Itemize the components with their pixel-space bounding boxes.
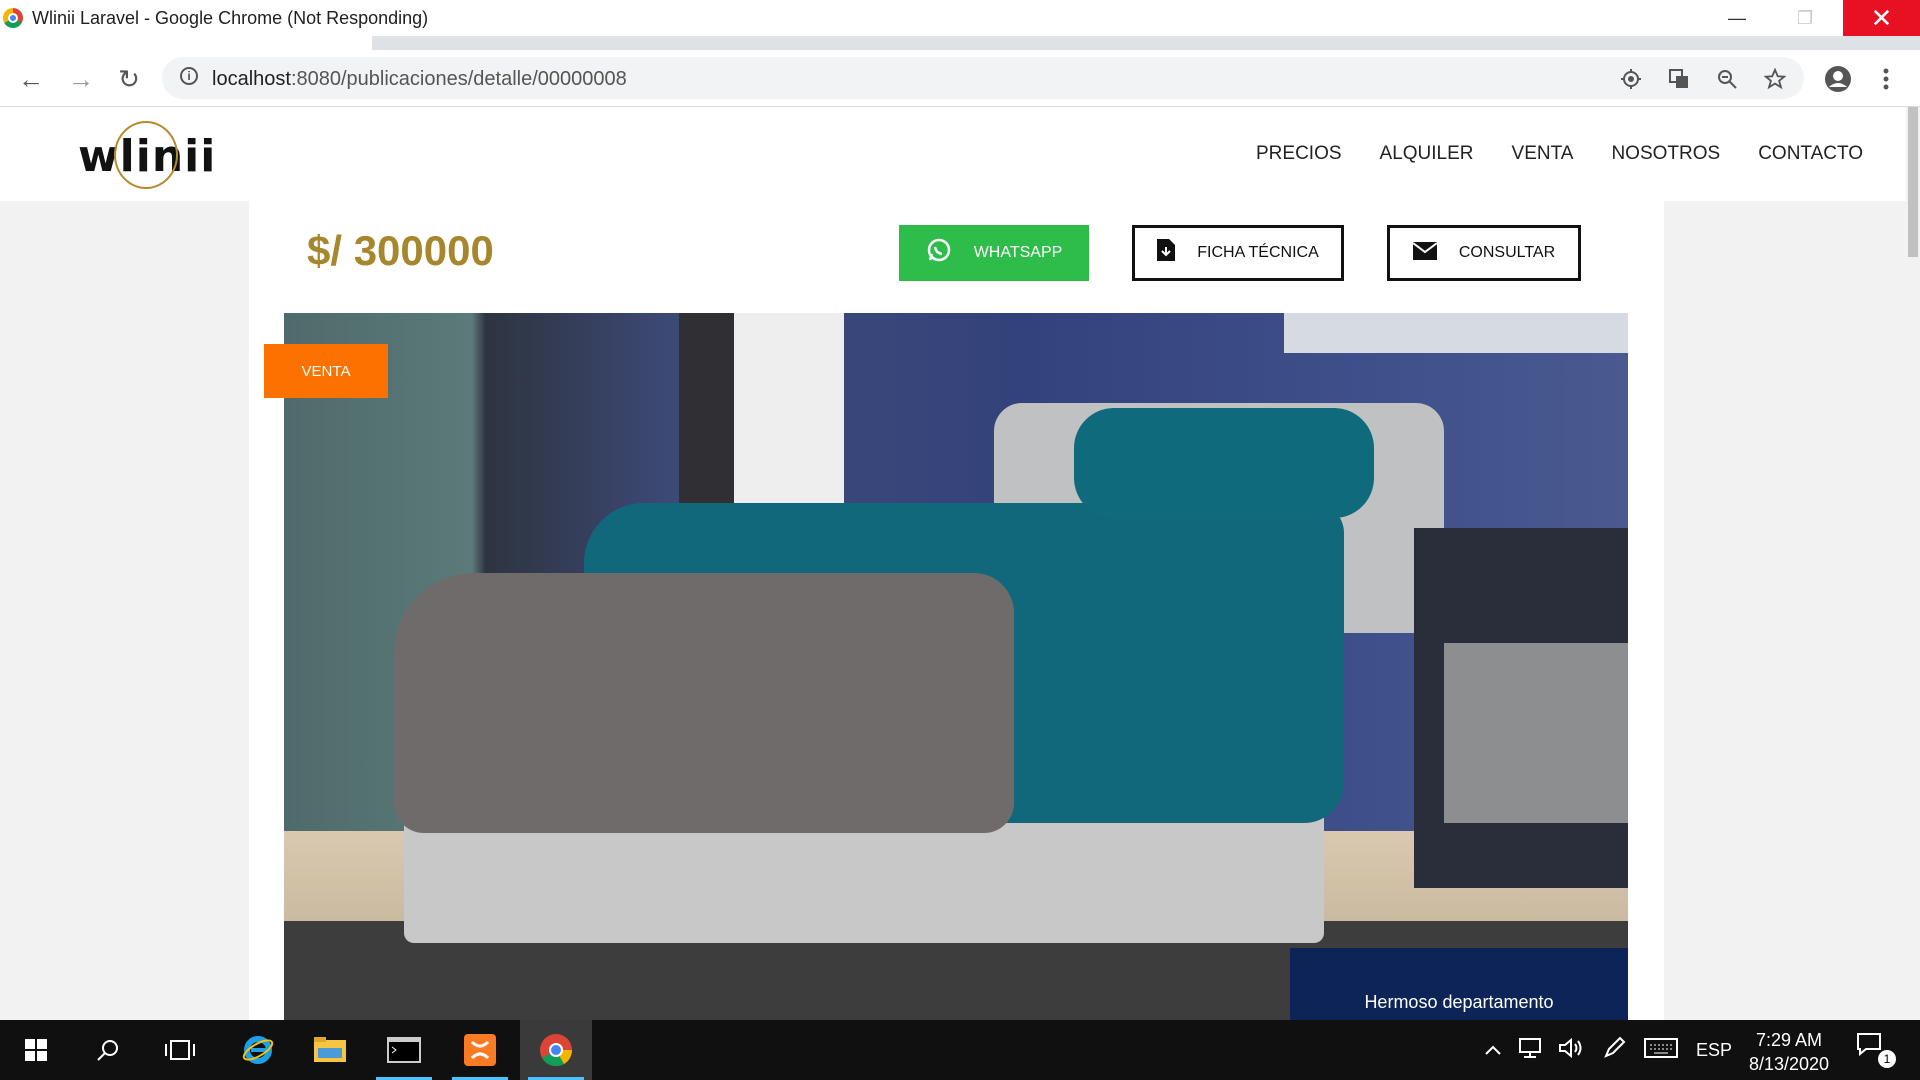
minimize-button[interactable]: — <box>1708 0 1766 36</box>
photo-throw-blanket <box>394 573 1014 833</box>
terminal-icon <box>387 1037 421 1063</box>
taskbar-terminal[interactable] <box>368 1020 440 1080</box>
show-hidden-icons-icon[interactable] <box>1484 1040 1502 1061</box>
action-center-button[interactable]: 1 <box>1856 1032 1896 1068</box>
site-header: wlinii PRECIOS ALQUILER VENTA NOSOTROS C… <box>0 107 1920 201</box>
photo-pillow <box>1074 408 1374 518</box>
menu-icon[interactable] <box>1870 63 1902 95</box>
address-bar[interactable]: i localhost:8080/publicaciones/detalle/0… <box>162 57 1804 99</box>
back-button[interactable]: ← <box>16 64 46 94</box>
maximize-button[interactable]: ❐ <box>1776 0 1834 36</box>
taskbar-chrome[interactable] <box>520 1020 592 1080</box>
web-page: wlinii PRECIOS ALQUILER VENTA NOSOTROS C… <box>0 107 1920 1020</box>
search-icon <box>97 1040 118 1061</box>
chrome-logo-icon <box>3 8 23 28</box>
profile-icon[interactable] <box>1822 63 1854 95</box>
chrome-icon <box>540 1034 573 1067</box>
ficha-tecnica-button[interactable]: FICHA TÉCNICA <box>1132 225 1344 281</box>
consultar-button[interactable]: CONSULTAR <box>1387 225 1581 281</box>
consultar-label: CONSULTAR <box>1458 244 1556 261</box>
listing-price: $/ 300000 <box>307 227 494 274</box>
listing-caption: Hermoso departamento <box>1290 948 1628 1028</box>
clock[interactable]: 7:29 AM 8/13/2020 <box>1734 1028 1844 1076</box>
window-title-bar: Wlinii Laravel - Google Chrome (Not Resp… <box>0 0 1920 36</box>
input-language[interactable]: ESP <box>1696 1040 1732 1061</box>
close-button[interactable]: ✕ <box>1843 0 1920 36</box>
logo-ring-icon <box>114 121 178 189</box>
windows-taskbar: ESP 7:29 AM 8/13/2020 1 <box>0 1020 1920 1080</box>
nav-contacto[interactable]: CONTACTO <box>1758 143 1863 165</box>
system-tray: ESP <box>1484 1020 1732 1080</box>
task-view-icon <box>165 1040 195 1060</box>
taskbar-xampp[interactable] <box>444 1020 516 1080</box>
photo-basket <box>1444 643 1628 823</box>
ficha-tecnica-label: FICHA TÉCNICA <box>1197 244 1319 261</box>
folder-icon <box>314 1037 346 1062</box>
volume-icon[interactable] <box>1558 1037 1584 1064</box>
url-text[interactable]: localhost:8080/publicaciones/detalle/000… <box>212 68 627 91</box>
site-logo[interactable]: wlinii <box>78 121 216 191</box>
network-icon[interactable] <box>1518 1037 1544 1064</box>
clock-time: 7:29 AM <box>1755 1030 1823 1050</box>
translate-icon[interactable] <box>1666 66 1692 92</box>
whatsapp-button[interactable]: WHATSAPP <box>899 225 1089 281</box>
url-path: :8080/publicaciones/detalle/00000008 <box>290 68 627 90</box>
main-nav: PRECIOS ALQUILER VENTA NOSOTROS CONTACTO <box>1218 143 1863 165</box>
location-icon[interactable] <box>1618 66 1644 92</box>
nav-venta[interactable]: VENTA <box>1512 143 1574 165</box>
browser-toolbar: ← → ↻ i localhost:8080/publicaciones/det… <box>0 52 1920 107</box>
xampp-icon <box>464 1034 496 1066</box>
task-view-button[interactable] <box>144 1020 216 1080</box>
taskbar-internet-explorer[interactable] <box>222 1020 294 1080</box>
nav-nosotros[interactable]: NOSOTROS <box>1611 143 1720 165</box>
clock-date: 8/13/2020 <box>1748 1054 1830 1074</box>
pen-icon[interactable] <box>1602 1036 1626 1065</box>
keyboard-icon[interactable] <box>1644 1037 1678 1064</box>
notification-count: 1 <box>1878 1050 1896 1068</box>
star-icon[interactable] <box>1762 66 1788 92</box>
photo-window <box>1284 313 1628 353</box>
whatsapp-label: WHATSAPP <box>973 244 1063 261</box>
listing-photo[interactable] <box>284 313 1628 1020</box>
scrollbar-thumb[interactable] <box>1908 107 1918 257</box>
start-button[interactable] <box>0 1020 72 1080</box>
zoom-icon[interactable] <box>1714 66 1740 92</box>
listing-type-badge: VENTA <box>264 344 388 398</box>
window-title: Wlinii Laravel - Google Chrome (Not Resp… <box>32 8 429 28</box>
internet-explorer-icon <box>242 1036 274 1064</box>
forward-button[interactable]: → <box>66 64 96 94</box>
search-button[interactable] <box>72 1020 144 1080</box>
page-scrollbar[interactable] <box>1906 107 1920 1020</box>
envelope-icon <box>1412 240 1438 266</box>
taskbar-file-explorer[interactable] <box>294 1020 366 1080</box>
url-host: localhost <box>212 68 291 90</box>
notification-icon <box>1857 1033 1881 1057</box>
tab-strip-bar <box>372 36 1920 50</box>
site-info-icon[interactable]: i <box>180 67 198 85</box>
windows-logo-icon <box>25 1039 47 1061</box>
file-download-icon <box>1157 239 1176 267</box>
reload-button[interactable]: ↻ <box>114 64 144 94</box>
nav-alquiler[interactable]: ALQUILER <box>1380 143 1474 165</box>
whatsapp-icon <box>926 237 952 269</box>
nav-precios[interactable]: PRECIOS <box>1256 143 1342 165</box>
tab-strip <box>0 36 1920 52</box>
listing-card: $/ 300000 WHATSAPP FICHA TÉCNICA CONSULT… <box>249 201 1664 1020</box>
